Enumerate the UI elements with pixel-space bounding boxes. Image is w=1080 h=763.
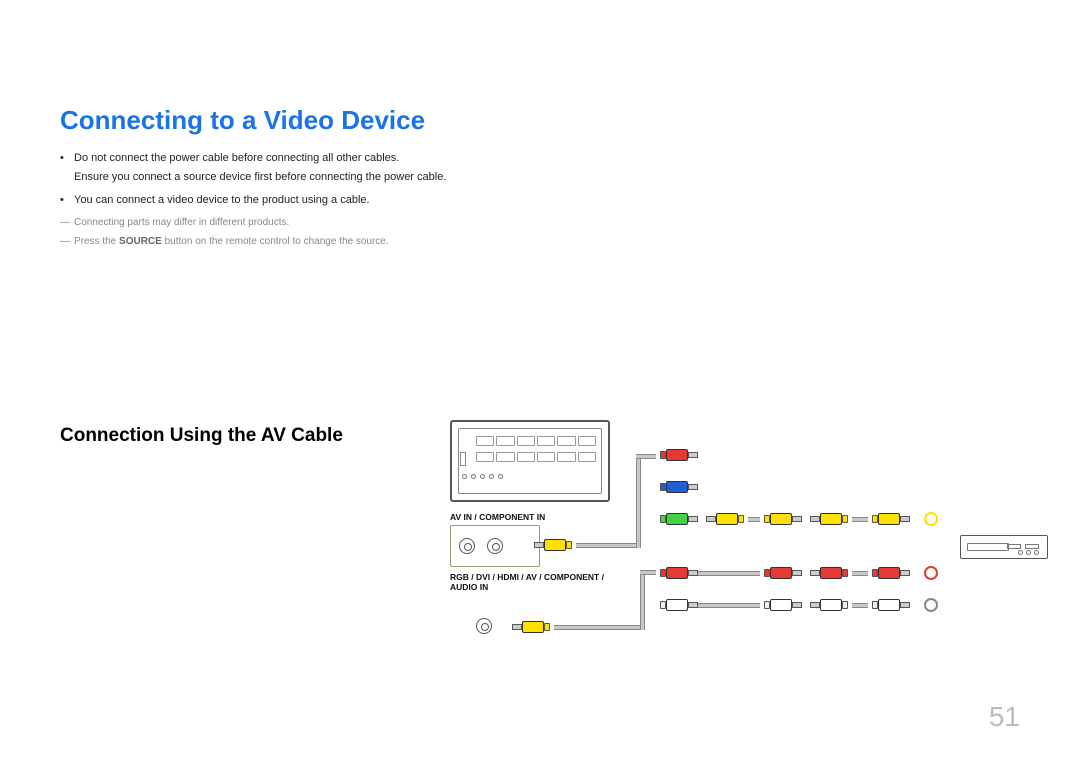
- audio-in-label: RGB / DVI / HDMI / AV / COMPONENT / AUDI…: [450, 572, 620, 592]
- note-2: Press the SOURCE button on the remote co…: [60, 234, 660, 250]
- cable-segment: [698, 603, 760, 608]
- section-heading: Connection Using the AV Cable: [60, 425, 343, 447]
- cable-segment: [748, 517, 760, 522]
- bullet-1-sub: Ensure you connect a source device first…: [60, 169, 660, 186]
- rca-plug-green-icon: [656, 512, 698, 526]
- rca-plug-red-icon: [868, 566, 910, 580]
- page-number: 51: [989, 701, 1020, 733]
- page-title: Connecting to a Video Device: [60, 105, 425, 136]
- cable-segment: [852, 571, 868, 576]
- rca-plug-yellow-icon: [706, 512, 748, 526]
- cable-segment: [636, 454, 656, 459]
- rca-plug-red-icon: [760, 566, 802, 580]
- rca-jack-white-icon: [924, 598, 938, 612]
- rca-plug-white-icon: [656, 598, 698, 612]
- audio-plug-yellow-left-icon: [512, 620, 554, 634]
- rca-plug-blue-icon: [656, 480, 698, 494]
- cable-segment: [640, 572, 645, 630]
- av-in-label: AV IN / COMPONENT IN: [450, 512, 545, 522]
- note-1: Connecting parts may differ in different…: [60, 215, 660, 231]
- rca-jack-yellow-icon: [924, 512, 938, 526]
- note-2-bold: SOURCE: [119, 236, 162, 247]
- rca-plug-yellow-icon: [760, 512, 802, 526]
- rca-plug-red-icon: [810, 566, 852, 580]
- video-device-icon: [960, 535, 1048, 559]
- av-cable-diagram: AV IN / COMPONENT IN RGB / DVI / HDMI / …: [450, 420, 1050, 650]
- rca-plug-yellow-icon: [810, 512, 852, 526]
- rca-plug-red-icon: [656, 448, 698, 462]
- cable-segment: [576, 543, 638, 548]
- note-2-suffix: button on the remote control to change t…: [162, 236, 389, 247]
- cable-segment: [852, 517, 868, 522]
- note-2-prefix: Press the: [74, 236, 119, 247]
- audio-in-jack-icon: [476, 618, 492, 634]
- rca-plug-white-icon: [760, 598, 802, 612]
- video-plug-yellow-left-icon: [534, 538, 576, 552]
- rca-plug-white-icon: [810, 598, 852, 612]
- display-back-panel-icon: [450, 420, 610, 502]
- intro-bullets: Do not connect the power cable before co…: [60, 150, 660, 252]
- bullet-2: You can connect a video device to the pr…: [60, 192, 660, 209]
- rca-plug-white-icon: [868, 598, 910, 612]
- rca-plug-yellow-icon: [868, 512, 910, 526]
- rca-plug-red-icon: [656, 566, 698, 580]
- cable-segment: [636, 456, 641, 548]
- cable-segment: [554, 625, 642, 630]
- cable-segment: [698, 571, 760, 576]
- av-in-port-block-icon: [450, 525, 540, 567]
- cable-segment: [640, 570, 656, 575]
- cable-segment: [852, 603, 868, 608]
- rca-jack-red-icon: [924, 566, 938, 580]
- bullet-1: Do not connect the power cable before co…: [60, 150, 660, 167]
